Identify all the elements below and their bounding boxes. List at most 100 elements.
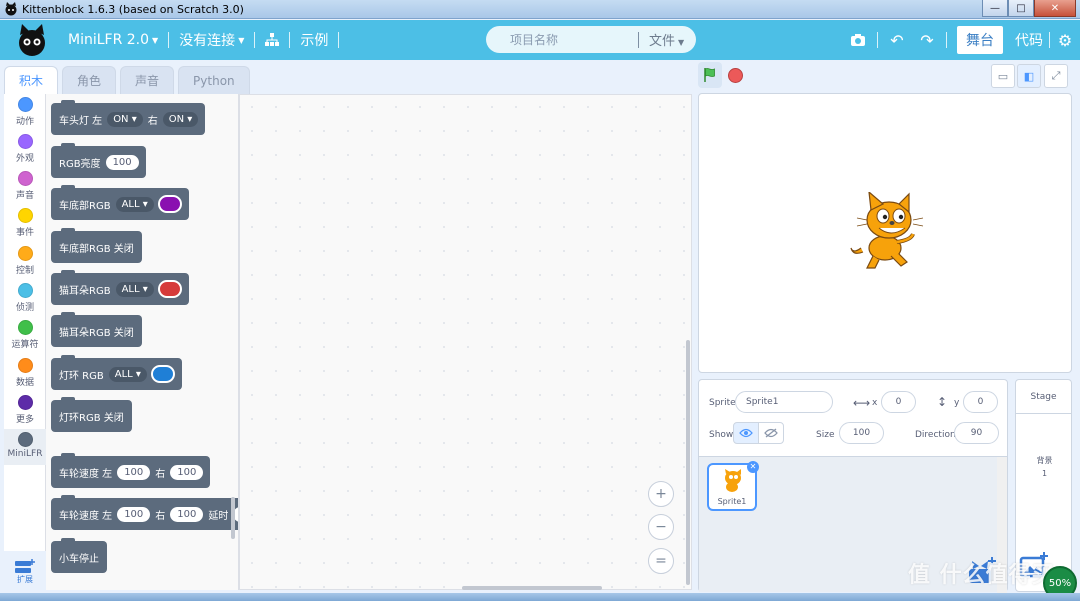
category-looks[interactable]: 外观 — [4, 134, 46, 164]
tab-blocks[interactable]: 积木 — [4, 66, 59, 94]
gear-icon: ⚙ — [1057, 30, 1073, 50]
menu-divider — [946, 32, 947, 48]
menubar-right: ↶ ↷ 舞台 代码 ⚙ — [843, 20, 1080, 60]
workspace-horizontal-scrollbar[interactable] — [462, 586, 602, 590]
block-number-input[interactable]: 100 — [117, 464, 151, 480]
block-text: 右 — [155, 510, 166, 522]
settings-button[interactable]: ⚙ — [1050, 31, 1080, 50]
block-number-input[interactable]: 100 — [170, 506, 204, 522]
green-flag-button[interactable] — [698, 62, 722, 88]
block-stop[interactable]: 小车停止 — [51, 538, 107, 573]
color-picker[interactable] — [157, 195, 182, 213]
sprite-name-input[interactable]: Sprite1 — [735, 391, 833, 413]
category-label: MiniLFR — [7, 449, 43, 459]
camera-button[interactable] — [843, 33, 873, 47]
menu-divider — [877, 32, 878, 48]
block-number-input[interactable]: 100 — [117, 506, 151, 522]
project-name-input[interactable]: 项目名称 — [486, 31, 638, 48]
kitten-logo-icon[interactable] — [14, 22, 50, 58]
minimize-button[interactable]: — — [982, 0, 1008, 17]
block-text: 猫耳朵RGB 关闭 — [59, 327, 134, 339]
y-input[interactable]: 0 — [963, 391, 998, 413]
tab-costumes[interactable]: 角色 — [62, 66, 117, 94]
category-sound[interactable]: 声音 — [4, 171, 46, 201]
hierarchy-button[interactable] — [255, 33, 289, 47]
tab-sounds[interactable]: 声音 — [120, 66, 175, 94]
block-wheel-speed-delay[interactable]: 车轮速度 左 100 右 100 延时 1000 — [51, 495, 238, 530]
small-stage-icon: ▭ — [997, 69, 1009, 83]
category-events[interactable]: 事件 — [4, 208, 46, 238]
category-label: 声音 — [15, 191, 34, 201]
stage-canvas[interactable] — [698, 93, 1072, 373]
block-text: 小车停止 — [59, 553, 99, 565]
data-dot-icon — [17, 358, 33, 373]
direction-input[interactable]: 90 — [954, 422, 999, 444]
category-data[interactable]: 数据 — [4, 358, 46, 388]
minilfr-dot-icon — [17, 432, 33, 447]
redo-button[interactable]: ↷ — [912, 31, 942, 50]
scratch-cat-thumbnail-icon — [725, 469, 741, 492]
chevron-down-icon: ▼ — [678, 38, 685, 47]
code-workspace[interactable] — [239, 94, 692, 590]
palette-scrollbar[interactable] — [231, 497, 235, 539]
block-dropdown[interactable]: ALL ▾ — [108, 366, 147, 382]
tab-python[interactable]: Python — [178, 66, 250, 94]
block-ear-rgb[interactable]: 猫耳朵RGB ALL ▾ — [51, 270, 189, 305]
block-dropdown[interactable]: ON ▾ — [107, 111, 143, 127]
examples-menu[interactable]: 示例 — [290, 30, 338, 50]
block-number-input[interactable]: 100 — [105, 154, 139, 170]
code-button[interactable]: 代码 — [1009, 30, 1049, 50]
fullscreen-button[interactable]: ⤢ — [1044, 64, 1068, 88]
block-headlight[interactable]: 车头灯 左 ON ▾ 右 ON ▾ — [51, 100, 206, 135]
workspace-vertical-scrollbar[interactable] — [686, 340, 690, 585]
category-operators[interactable]: 运算符 — [4, 320, 46, 350]
close-button[interactable]: ✕ — [1034, 0, 1076, 17]
zoom-reset-button[interactable]: = — [648, 548, 674, 574]
device-label: MiniLFR 2.0 — [68, 32, 150, 48]
small-stage-button[interactable]: ▭ — [991, 64, 1015, 88]
block-dropdown[interactable]: ALL ▾ — [115, 281, 154, 297]
delete-sprite-button[interactable]: ✕ — [747, 461, 759, 473]
color-picker[interactable] — [157, 280, 182, 298]
operators-dot-icon — [17, 320, 33, 335]
block-number-input[interactable]: 100 — [170, 464, 204, 480]
block-dropdown[interactable]: ALL ▾ — [115, 196, 154, 212]
category-minilfr[interactable]: MiniLFR — [4, 429, 46, 465]
block-bottom-rgb-off[interactable]: 车底部RGB 关闭 — [51, 228, 142, 263]
size-input[interactable]: 100 — [839, 422, 884, 444]
file-menu[interactable]: 文件 ▼ — [639, 30, 684, 49]
block-ear-rgb-off[interactable]: 猫耳朵RGB 关闭 — [51, 312, 142, 347]
zoom-out-button[interactable]: − — [648, 514, 674, 540]
maximize-button[interactable]: □ — [1008, 0, 1034, 17]
normal-stage-button[interactable]: ◧ — [1017, 64, 1041, 88]
device-menu[interactable]: MiniLFR 2.0 ▼ — [58, 32, 168, 48]
color-picker[interactable] — [150, 365, 175, 383]
block-bottom-rgb[interactable]: 车底部RGB ALL ▾ — [51, 185, 189, 220]
block-rgb-brightness[interactable]: RGB亮度 100 — [51, 143, 146, 178]
block-ring-rgb-off[interactable]: 灯环RGB 关闭 — [51, 397, 132, 432]
show-visible-button[interactable] — [733, 422, 759, 444]
zoom-in-button[interactable]: + — [648, 481, 674, 507]
show-hidden-button[interactable] — [758, 422, 784, 444]
category-more[interactable]: 更多 — [4, 395, 46, 425]
category-sensing[interactable]: 侦测 — [4, 283, 46, 313]
sprite-thumbnail[interactable]: Sprite1 ✕ — [707, 461, 759, 511]
category-motion[interactable]: 动作 — [4, 97, 46, 127]
category-control[interactable]: 控制 — [4, 246, 46, 276]
block-wheel-speed[interactable]: 车轮速度 左 100 右 100 — [51, 453, 211, 488]
extension-label: 扩展 — [17, 574, 33, 584]
stage-button[interactable]: 舞台 — [957, 26, 1003, 54]
x-arrow-icon: ⟷ — [853, 396, 871, 410]
zoom-in-icon: + — [655, 486, 667, 502]
scratch-cat-sprite[interactable] — [849, 192, 925, 272]
sound-dot-icon — [17, 171, 33, 186]
block-dropdown[interactable]: ON ▾ — [162, 111, 199, 127]
undo-button[interactable]: ↶ — [882, 31, 912, 50]
project-title-box: 项目名称 文件 ▼ — [486, 26, 696, 53]
stop-button[interactable] — [728, 68, 743, 83]
block-ring-rgb[interactable]: 灯环 RGB ALL ▾ — [51, 355, 182, 390]
x-input[interactable]: 0 — [881, 391, 916, 413]
add-extension-button[interactable]: 扩展 — [4, 551, 46, 591]
block-palette: 车头灯 左 ON ▾ 右 ON ▾ RGB亮度 100 车底部RGB ALL ▾… — [46, 94, 239, 590]
connection-menu[interactable]: 没有连接 ▼ — [169, 30, 254, 50]
